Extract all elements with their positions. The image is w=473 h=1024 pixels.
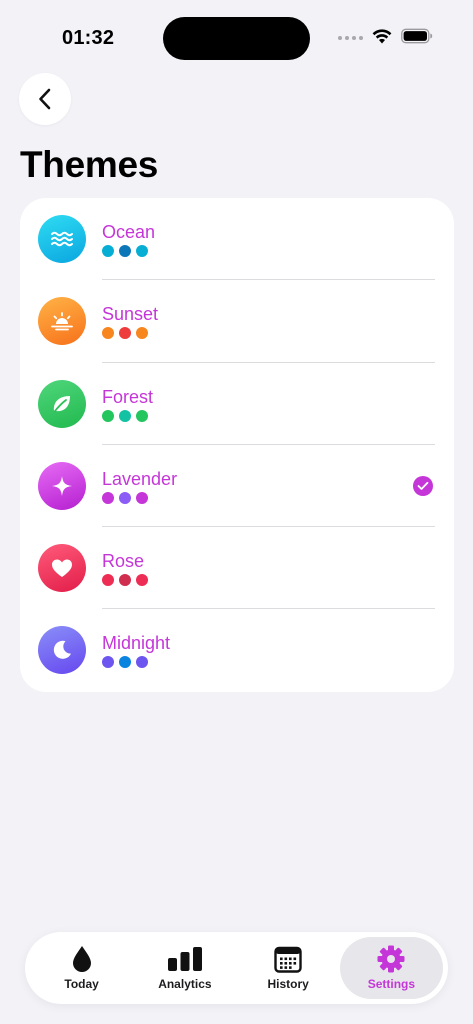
theme-row-midnight[interactable]: Midnight — [20, 609, 454, 691]
color-swatch — [119, 656, 131, 669]
selected-checkmark — [413, 475, 433, 496]
back-button[interactable] — [19, 73, 71, 125]
color-swatch — [119, 245, 131, 257]
tab-label: Analytics — [158, 977, 212, 991]
waves-icon — [51, 231, 73, 247]
tab-bar: Today Analytics History Settings — [25, 932, 448, 1004]
color-swatch — [136, 409, 148, 422]
tab-icon — [167, 945, 203, 973]
theme-swatches — [102, 245, 148, 257]
bar-chart-icon — [167, 947, 202, 971]
color-swatch — [102, 245, 114, 257]
heart-icon — [52, 559, 72, 578]
screen: 01:32 Themes Ocean Sunset Forest Lavende… — [0, 0, 473, 1024]
theme-icon-lavender — [38, 461, 86, 510]
theme-icon-sunset — [38, 297, 86, 346]
cellular-signal-icon — [338, 36, 363, 40]
theme-swatches — [102, 656, 148, 669]
tab-label: Today — [64, 977, 99, 991]
theme-row-ocean[interactable]: Ocean — [20, 198, 454, 281]
theme-name: Lavender — [102, 468, 178, 489]
leaf-icon — [53, 395, 70, 412]
color-swatch — [102, 327, 114, 340]
color-swatch — [136, 245, 148, 257]
theme-name: Midnight — [102, 633, 171, 654]
sparkle-icon — [52, 475, 72, 496]
theme-swatches — [102, 327, 148, 340]
tab-label: History — [267, 977, 309, 991]
theme-name: Sunset — [102, 304, 159, 325]
color-swatch — [136, 327, 148, 340]
color-swatch — [119, 491, 131, 504]
gear-icon — [377, 945, 405, 973]
theme-swatches — [102, 409, 148, 422]
theme-icon-rose — [38, 544, 86, 593]
tab-history[interactable]: History — [237, 937, 340, 999]
drop-icon — [72, 946, 91, 972]
theme-swatches — [102, 574, 148, 587]
theme-row-sunset[interactable]: Sunset — [20, 280, 454, 363]
page-title: Themes — [20, 144, 159, 185]
battery-icon — [401, 28, 433, 44]
theme-icon-midnight — [38, 626, 86, 675]
color-swatch — [102, 574, 114, 587]
theme-name: Ocean — [102, 222, 156, 242]
tab-icon — [274, 945, 302, 973]
theme-name: Forest — [102, 386, 154, 407]
tab-icon — [376, 945, 406, 973]
chevron-left-icon — [39, 88, 51, 110]
color-swatch — [136, 656, 148, 669]
theme-row-rose[interactable]: Rose — [20, 527, 454, 610]
theme-icon-forest — [38, 379, 86, 428]
theme-list: Ocean Sunset Forest Lavender Rose Midnig… — [20, 198, 454, 692]
color-swatch — [119, 409, 131, 422]
sunrise-icon — [51, 312, 73, 331]
color-swatch — [136, 574, 148, 587]
color-swatch — [102, 409, 114, 422]
dynamic-island — [163, 17, 310, 60]
tab-today[interactable]: Today — [30, 937, 133, 999]
tab-icon — [71, 945, 93, 973]
tab-settings[interactable]: Settings — [339, 937, 443, 999]
color-swatch — [102, 656, 114, 669]
theme-row-lavender[interactable]: Lavender — [20, 445, 454, 528]
theme-icon-ocean — [38, 215, 86, 263]
status-indicators — [338, 28, 433, 44]
theme-name: Rose — [102, 551, 145, 572]
color-swatch — [136, 491, 148, 504]
tab-analytics[interactable]: Analytics — [133, 937, 236, 999]
color-swatch — [102, 491, 114, 504]
theme-row-forest[interactable]: Forest — [20, 363, 454, 445]
moon-icon — [53, 641, 71, 660]
color-swatch — [119, 574, 131, 587]
checkmark-icon — [417, 481, 429, 490]
calendar-icon — [274, 946, 302, 973]
color-swatch — [119, 327, 131, 340]
tab-label: Settings — [367, 977, 416, 991]
status-time: 01:32 — [62, 27, 115, 49]
theme-swatches — [102, 491, 148, 504]
wifi-icon — [372, 29, 392, 44]
